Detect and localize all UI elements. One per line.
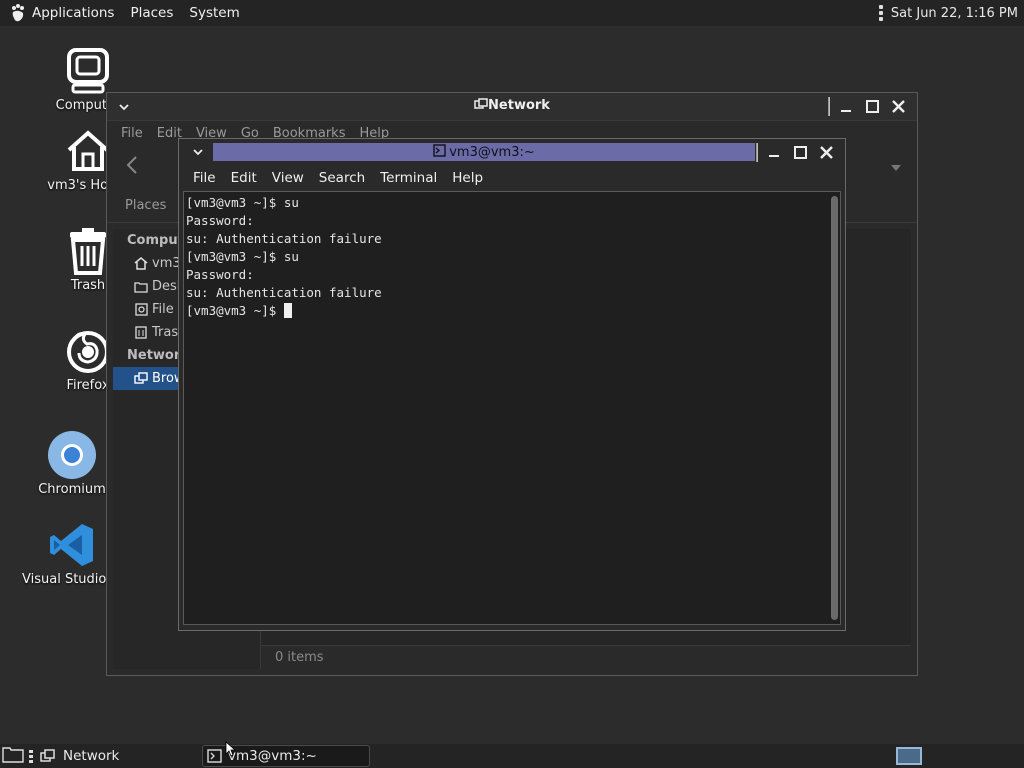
task-grip-icon <box>28 749 34 763</box>
taskbar-label: vm3@vm3:~ <box>228 748 317 764</box>
folder-icon <box>133 279 149 295</box>
term-menu-file[interactable]: File <box>193 170 216 186</box>
term-menu-terminal[interactable]: Terminal <box>380 170 437 186</box>
back-chevron-icon[interactable] <box>125 155 139 179</box>
terminal-icon <box>433 143 446 161</box>
sidebar-item-label: vm3 <box>152 256 181 271</box>
terminal-line: Password: <box>186 213 254 228</box>
window-controls: │ <box>824 97 917 117</box>
gnome-foot-icon <box>8 3 28 23</box>
places-menu[interactable]: Places <box>122 0 181 26</box>
trash-icon <box>133 325 149 341</box>
terminal-line: [vm3@vm3 ~]$ su <box>186 249 299 264</box>
taskbar-label: Network <box>63 748 120 764</box>
terminal-prompt: [vm3@vm3 ~]$ <box>186 303 284 318</box>
workspace-switcher[interactable] <box>896 747 922 765</box>
terminal-titlebar[interactable]: vm3@vm3:~ │ <box>179 139 845 165</box>
terminal-window: vm3@vm3:~ │ File Edit View Search Termin… <box>178 138 846 631</box>
close-icon[interactable] <box>887 97 909 117</box>
file-manager-title: Network <box>107 98 917 115</box>
file-manager-statusbar: 0 items <box>261 645 911 669</box>
fm-menu-file[interactable]: File <box>121 126 143 141</box>
term-menu-search[interactable]: Search <box>319 170 365 186</box>
applications-menu[interactable]: Applications <box>0 0 122 26</box>
drive-icon <box>133 302 149 318</box>
term-menu-help[interactable]: Help <box>452 170 483 186</box>
status-text: 0 items <box>275 650 324 665</box>
network-icon <box>474 98 488 115</box>
chromium-icon <box>47 430 97 480</box>
bottom-panel: Network vm3@vm3:~ <box>0 744 1024 768</box>
terminal-menubar: File Edit View Search Terminal Help <box>179 165 845 191</box>
network-icon <box>40 749 55 763</box>
term-menu-view[interactable]: View <box>272 170 304 186</box>
maximize-icon[interactable] <box>789 142 811 162</box>
terminal-line: [vm3@vm3 ~]$ su <box>186 195 299 210</box>
term-menu-edit[interactable]: Edit <box>231 170 257 186</box>
separator-icon: │ <box>824 97 834 116</box>
minimize-icon[interactable] <box>835 97 857 117</box>
terminal-screen[interactable]: [vm3@vm3 ~]$ su Password: su: Authentica… <box>183 191 841 625</box>
terminal-line: su: Authentication failure <box>186 285 382 300</box>
terminal-title: vm3@vm3:~ <box>213 143 755 161</box>
terminal-scrollbar[interactable] <box>831 196 838 620</box>
system-menu[interactable]: System <box>181 0 247 26</box>
show-desktop-icon[interactable] <box>2 745 24 767</box>
separator-icon: │ <box>752 142 762 162</box>
mouse-pointer-icon <box>225 741 235 757</box>
minimize-icon[interactable] <box>763 142 785 162</box>
home-icon <box>133 256 149 272</box>
terminal-line: su: Authentication failure <box>186 231 382 246</box>
vscode-icon <box>47 520 97 570</box>
top-panel: Applications Places System Sat Jun 22, 1… <box>0 0 1024 26</box>
network-icon <box>133 371 149 387</box>
window-menu-chevron-icon[interactable] <box>187 142 209 162</box>
terminal-line: Password: <box>186 267 254 282</box>
applications-label: Applications <box>32 5 115 21</box>
window-controls: │ <box>752 142 845 162</box>
terminal-icon <box>207 749 222 763</box>
taskbar-item-network[interactable]: Network <box>40 745 202 767</box>
maximize-icon[interactable] <box>861 97 883 117</box>
clock[interactable]: Sat Jun 22, 1:16 PM <box>891 6 1018 21</box>
monitor-icon <box>63 46 113 96</box>
text-cursor <box>283 303 292 318</box>
places-label[interactable]: Places <box>125 198 166 213</box>
file-manager-titlebar[interactable]: Network │ <box>107 93 917 121</box>
toolbar-dropdown-icon[interactable] <box>891 160 901 175</box>
panel-right-area: Sat Jun 22, 1:16 PM <box>878 5 1024 21</box>
close-icon[interactable] <box>815 142 837 162</box>
terminal-prompt-line: [vm3@vm3 ~]$ <box>186 302 840 320</box>
kebab-menu-icon[interactable] <box>878 5 883 21</box>
